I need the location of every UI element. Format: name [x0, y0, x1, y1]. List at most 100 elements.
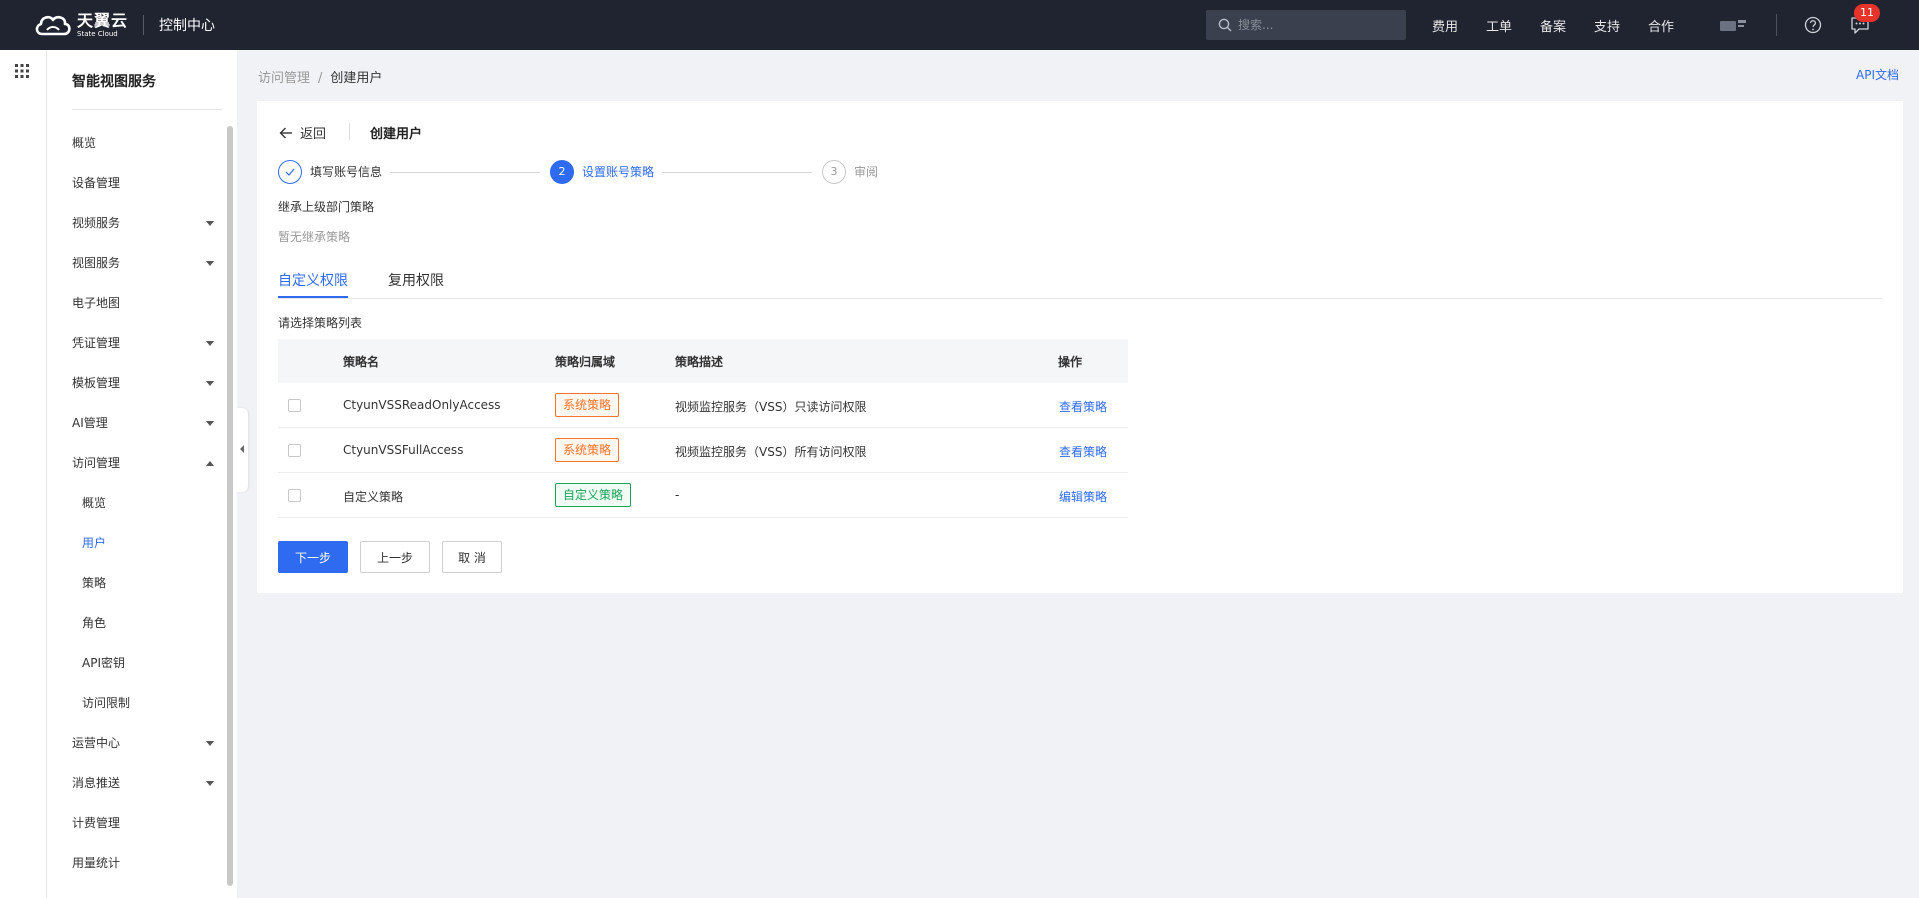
- sidebar-item-video[interactable]: 视频服务: [72, 214, 222, 234]
- nav-filing[interactable]: 备案: [1540, 16, 1566, 35]
- sidebar-subitem-roles[interactable]: 角色: [82, 614, 222, 634]
- logo-text: 天翼云: [77, 10, 129, 30]
- sidebar-item-operations[interactable]: 运营中心: [72, 734, 222, 754]
- sidebar-subitem-users[interactable]: 用户: [82, 534, 222, 554]
- row-checkbox[interactable]: [288, 399, 301, 412]
- sidebar-item-label: AI管理: [72, 416, 108, 430]
- breadcrumb-current: 创建用户: [330, 71, 383, 86]
- cloud-logo-icon: [35, 15, 71, 36]
- search-box[interactable]: [1206, 10, 1406, 40]
- row-checkbox[interactable]: [288, 489, 301, 502]
- tab-reuse-permissions[interactable]: 复用权限: [388, 270, 444, 290]
- row-checkbox[interactable]: [288, 444, 301, 457]
- top-navbar: 天翼云 State Cloud 控制中心 费用 工单 备案 支持 合作 11: [0, 0, 1919, 50]
- sidebar-item-push[interactable]: 消息推送: [72, 774, 222, 794]
- system-policy-tag: 系统策略: [555, 438, 620, 462]
- view-policy-link[interactable]: 查看策略: [1059, 443, 1107, 460]
- sidebar-item-billing[interactable]: 计费管理: [72, 814, 222, 834]
- prev-step-button[interactable]: 上一步: [360, 541, 430, 573]
- policy-name: CtyunVSSReadOnlyAccess: [343, 398, 501, 412]
- check-icon: [285, 168, 295, 176]
- sidebar: 智能视图服务 概览 设备管理 视频服务 视图服务 电子地图 凭证管理 模板管理 …: [47, 50, 237, 898]
- sidebar-subitem-access-limits[interactable]: 访问限制: [82, 694, 222, 714]
- help-icon[interactable]: [1802, 14, 1824, 36]
- col-actions: 操作: [1058, 355, 1083, 369]
- sidebar-item-label: 概览: [72, 136, 97, 150]
- console-link[interactable]: 控制中心: [159, 15, 215, 35]
- custom-policy-tag: 自定义策略: [555, 483, 632, 507]
- nav-billing[interactable]: 费用: [1432, 16, 1458, 35]
- sidebar-item-view[interactable]: 视图服务: [72, 254, 222, 274]
- sidebar-item-label: 电子地图: [72, 296, 121, 310]
- sidebar-item-label: 运营中心: [72, 736, 121, 750]
- inherit-policy-empty: 暂无继承策略: [278, 230, 351, 244]
- sidebar-item-label: 概览: [82, 496, 107, 510]
- sidebar-subitem-api-keys[interactable]: API密钥: [82, 654, 222, 674]
- api-doc-link[interactable]: API文档: [1856, 66, 1899, 83]
- view-policy-link[interactable]: 查看策略: [1059, 398, 1107, 415]
- sidebar-item-credentials[interactable]: 凭证管理: [72, 334, 222, 354]
- sidebar-item-label: 策略: [82, 576, 107, 590]
- sidebar-item-ai[interactable]: AI管理: [72, 414, 222, 434]
- grid-menu-icon[interactable]: [15, 64, 29, 78]
- sidebar-item-label: 模板管理: [72, 376, 121, 390]
- policy-desc: 视频监控服务（VSS）所有访问权限: [675, 445, 867, 459]
- step-3-label: 审阅: [854, 165, 879, 179]
- sidebar-item-label: 访问限制: [82, 696, 131, 710]
- col-policy-domain: 策略归属域: [555, 355, 616, 369]
- tab-active-indicator: [278, 296, 348, 298]
- logo-subtext: State Cloud: [77, 29, 118, 38]
- tab-custom-permissions[interactable]: 自定义权限: [278, 270, 348, 290]
- sidebar-item-label: 访问管理: [72, 456, 121, 470]
- chevron-down-icon: [206, 221, 214, 226]
- chevron-left-icon: [240, 445, 244, 453]
- table-row: 自定义策略 自定义策略 - 编辑策略: [278, 473, 1128, 518]
- sidebar-item-map[interactable]: 电子地图: [72, 294, 222, 314]
- chevron-down-icon: [206, 261, 214, 266]
- product-rail: [0, 50, 47, 898]
- topbar-divider: [143, 15, 144, 35]
- sidebar-item-overview[interactable]: 概览: [72, 134, 222, 154]
- sidebar-subitem-policies[interactable]: 策略: [82, 574, 222, 594]
- chevron-down-icon: [206, 421, 214, 426]
- policy-name: CtyunVSSFullAccess: [343, 443, 464, 457]
- sidebar-collapse-handle[interactable]: [236, 408, 248, 492]
- sidebar-item-access[interactable]: 访问管理: [72, 454, 222, 474]
- table-row: CtyunVSSReadOnlyAccess 系统策略 视频监控服务（VSS）只…: [278, 383, 1128, 428]
- next-step-button[interactable]: 下一步: [278, 541, 348, 573]
- sidebar-item-label: 视图服务: [72, 256, 121, 270]
- step-1-label: 填写账号信息: [310, 165, 383, 179]
- sidebar-item-devices[interactable]: 设备管理: [72, 174, 222, 194]
- step-2-circle: 2: [550, 160, 574, 184]
- table-row: CtyunVSSFullAccess 系统策略 视频监控服务（VSS）所有访问权…: [278, 428, 1128, 473]
- sidebar-title-divider: [72, 109, 222, 110]
- search-input[interactable]: [1238, 10, 1398, 40]
- back-button[interactable]: 返回: [279, 123, 326, 142]
- nav-support[interactable]: 支持: [1594, 16, 1620, 35]
- nav-partner[interactable]: 合作: [1648, 16, 1674, 35]
- sidebar-item-label: 计费管理: [72, 816, 121, 830]
- sidebar-item-templates[interactable]: 模板管理: [72, 374, 222, 394]
- logo[interactable]: 天翼云 State Cloud: [33, 11, 128, 39]
- step-3-circle: 3: [822, 160, 846, 184]
- sidebar-item-label: 用量统计: [72, 856, 121, 870]
- breadcrumb-separator: /: [318, 71, 323, 86]
- account-avatar-icon[interactable]: [1718, 14, 1748, 36]
- back-label: 返回: [300, 127, 327, 142]
- sidebar-scrollbar[interactable]: [227, 126, 233, 886]
- sidebar-subitem-overview[interactable]: 概览: [82, 494, 222, 514]
- nav-tickets[interactable]: 工单: [1486, 16, 1512, 35]
- sidebar-item-usage[interactable]: 用量统计: [72, 854, 222, 874]
- arrow-left-icon: [279, 127, 292, 138]
- breadcrumb-parent[interactable]: 访问管理: [258, 71, 310, 86]
- step-1-circle: [278, 160, 302, 184]
- sidebar-item-label: API密钥: [82, 656, 125, 670]
- inherit-policy-title: 继承上级部门策略: [278, 200, 375, 214]
- policy-table: 策略名 策略归属域 策略描述 操作 CtyunVSSReadOnlyAccess…: [278, 339, 1128, 518]
- sidebar-item-label: 凭证管理: [72, 336, 121, 350]
- edit-policy-link[interactable]: 编辑策略: [1059, 488, 1107, 505]
- tabs-baseline: [278, 298, 1882, 299]
- search-icon: [1218, 18, 1232, 32]
- cancel-button[interactable]: 取 消: [442, 541, 502, 573]
- sidebar-item-label: 视频服务: [72, 216, 121, 230]
